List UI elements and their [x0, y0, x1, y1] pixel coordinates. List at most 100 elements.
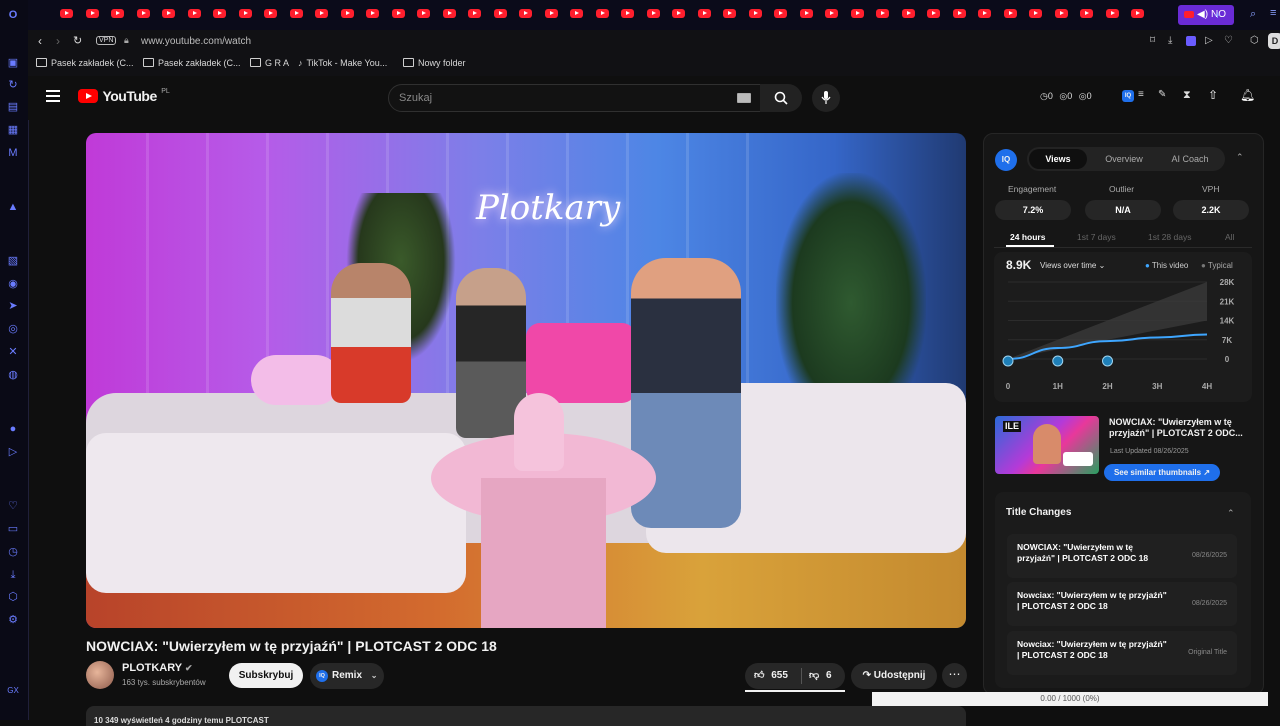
back-icon[interactable]: ‹	[38, 34, 42, 48]
tab-favicon-icon[interactable]	[1029, 9, 1042, 18]
channel-avatar[interactable]	[86, 661, 114, 689]
messenger-icon[interactable]: ◉	[6, 277, 20, 291]
tab-favicon-icon[interactable]	[85, 9, 99, 18]
tab-favicon-icon[interactable]	[1003, 9, 1017, 18]
instagram-icon[interactable]: ◎	[6, 322, 20, 336]
hamburger-menu-icon[interactable]	[46, 90, 60, 102]
tab-favicon-icon[interactable]	[850, 9, 864, 18]
views-dropdown[interactable]: Views over time ⌄	[1040, 261, 1105, 270]
tab-favicon-icon[interactable]	[111, 9, 124, 18]
tab-favicon-icon[interactable]	[391, 9, 405, 18]
tab-favicon-icon[interactable]	[927, 9, 940, 18]
thumbnail-preview[interactable]: ILE	[995, 416, 1099, 474]
list-icon[interactable]: ≡	[1138, 89, 1144, 100]
tab-favicon-icon[interactable]	[340, 9, 354, 18]
tab-favicon-icon[interactable]	[723, 9, 736, 18]
tab-favicon-icon[interactable]	[1054, 9, 1068, 18]
keyboard-icon[interactable]	[737, 93, 751, 103]
news-icon[interactable]: ▦	[6, 123, 20, 137]
tab-favicon-icon[interactable]	[646, 9, 660, 18]
bookmark-folder-2[interactable]: Pasek zakładek (C...	[143, 58, 241, 68]
tab-favicon-icon[interactable]	[952, 9, 966, 18]
sort-icon[interactable]: ⧗	[1183, 89, 1191, 102]
spotify-icon[interactable]: ●	[6, 422, 20, 436]
youtube-logo[interactable]: YouTube PL	[78, 88, 170, 106]
voice-search-button[interactable]	[812, 84, 840, 112]
description-box[interactable]: 10 349 wyświetleń 4 godziny temu PLOTCAS…	[86, 706, 966, 726]
discord-icon[interactable]: ◍	[6, 368, 20, 382]
clock-icon[interactable]: ◷	[6, 545, 20, 559]
tab-favicon-icon[interactable]	[519, 9, 532, 18]
adblock-icon[interactable]	[1186, 36, 1196, 46]
new-tab-icon[interactable]: +	[1214, 8, 1221, 22]
download-icon[interactable]: ⤓	[6, 568, 20, 582]
tab-favicon-icon[interactable]	[774, 9, 787, 18]
extensions-icon[interactable]: ⬡	[1250, 35, 1259, 46]
tab-favicon-icon[interactable]	[417, 9, 430, 18]
tab-favicon-icon[interactable]	[672, 9, 685, 18]
aria-icon[interactable]: ▣	[6, 56, 20, 70]
tab-favicon-icon[interactable]	[213, 9, 226, 18]
opera-logo-icon[interactable]: O	[6, 8, 20, 22]
tab-favicon-icon[interactable]	[697, 9, 711, 18]
tab-favicon-icon[interactable]	[264, 9, 277, 18]
tab-favicon-icon[interactable]	[748, 9, 762, 18]
dislike-button[interactable]: 👎︎ 6	[809, 663, 832, 689]
m-icon[interactable]: M	[6, 146, 20, 160]
bag-icon[interactable]: ▤	[6, 100, 20, 114]
arrow-icon[interactable]: ▲	[6, 200, 20, 214]
cube-icon[interactable]: ⬡	[6, 590, 20, 604]
tab-favicon-icon[interactable]	[1105, 9, 1119, 18]
tab-favicon-icon[interactable]	[978, 9, 991, 18]
tab-favicon-icon[interactable]	[162, 9, 175, 18]
tab-favicon-icon[interactable]	[825, 9, 838, 18]
tab-favicon-icon[interactable]	[468, 9, 481, 18]
tab-favicon-icon[interactable]	[187, 9, 201, 18]
tab-favicon-icon[interactable]	[442, 9, 456, 18]
menu-icon[interactable]: ≡	[1270, 7, 1276, 19]
tab-favicon-icon[interactable]	[544, 9, 558, 18]
download-toolbar-icon[interactable]: ⤓	[1168, 35, 1172, 46]
tab-favicon-icon[interactable]	[595, 9, 609, 18]
vpn-badge[interactable]: VPN	[96, 36, 117, 45]
tab-favicon-icon[interactable]	[60, 9, 73, 18]
tab-favicon-icon[interactable]	[493, 9, 507, 18]
video-player[interactable]: Plotkary	[86, 133, 966, 628]
more-actions-icon[interactable]: ⋯	[942, 663, 967, 688]
chevron-down-icon[interactable]: ⌄	[371, 671, 378, 680]
snapshot-icon[interactable]: ⌑	[1150, 35, 1155, 46]
tab-favicon-icon[interactable]	[289, 9, 303, 18]
forward-icon[interactable]: ›	[56, 34, 60, 48]
upload-icon[interactable]: ⇧	[1208, 88, 1218, 102]
vidiq-header-icon[interactable]: IQ	[1122, 90, 1134, 102]
profile-avatar[interactable]: D	[1268, 33, 1280, 49]
search-button[interactable]	[760, 84, 802, 112]
twitch-icon[interactable]: ▧	[6, 254, 20, 268]
like-button[interactable]: 👍︎ 655	[754, 663, 788, 689]
tab-overview[interactable]: Overview	[1095, 149, 1153, 169]
range-24-hours[interactable]: 24 hours	[1010, 232, 1045, 242]
subscribe-button[interactable]: Subskrybuj	[229, 663, 303, 688]
tab-favicon-icon[interactable]	[238, 9, 252, 18]
bookmark-tiktok[interactable]: ♪ TikTok - Make You...	[298, 58, 387, 68]
bookmark-heart-icon[interactable]: ♡	[1224, 35, 1233, 46]
tab-favicon-icon[interactable]	[621, 9, 634, 18]
url-field[interactable]: www.youtube.com/watch	[141, 36, 251, 47]
range-all[interactable]: All	[1225, 232, 1234, 242]
tab-favicon-icon[interactable]	[1131, 9, 1144, 18]
tab-favicon-icon[interactable]	[901, 9, 915, 18]
title-changes-collapse-icon[interactable]: ⌃	[1227, 508, 1235, 519]
telegram-icon[interactable]: ➤	[6, 299, 20, 313]
bookmark-folder-4[interactable]: Nowy folder	[403, 58, 466, 68]
bookmark-folder-3[interactable]: G R A	[250, 58, 289, 68]
active-tab[interactable]: ◀) NO	[1178, 5, 1234, 25]
x-icon[interactable]: ✕	[6, 345, 20, 359]
tab-search-icon[interactable]: ⌕	[1250, 8, 1256, 21]
tab-favicon-icon[interactable]	[1080, 9, 1093, 18]
tab-favicon-icon[interactable]	[366, 9, 379, 18]
notifications-bell-icon[interactable]: 🔔︎	[1240, 88, 1255, 102]
range-7-days[interactable]: 1st 7 days	[1077, 232, 1116, 242]
tab-favicon-icon[interactable]	[315, 9, 328, 18]
history-icon[interactable]: ↻	[6, 78, 20, 92]
bookmark-folder-1[interactable]: Pasek zakładek (C...	[36, 58, 134, 68]
